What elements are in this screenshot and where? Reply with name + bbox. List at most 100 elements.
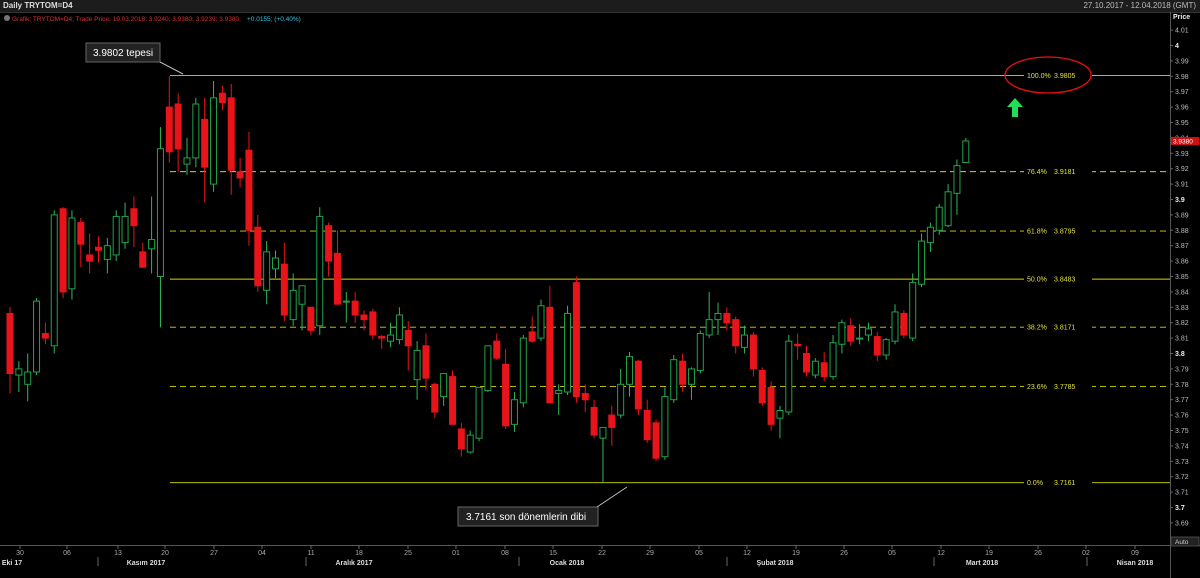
settings-dot-icon[interactable] (4, 15, 10, 21)
candle (192, 97, 200, 168)
candle-body (15, 368, 23, 376)
month-label: Mart 2018 (966, 560, 998, 567)
candle-body (838, 322, 846, 345)
legend-change: +0.0155; (+0.40%) (247, 16, 301, 23)
candle-body (449, 376, 456, 425)
candle-body (201, 118, 209, 168)
price-tick-label: 3.75 (1175, 428, 1189, 435)
candle-body (944, 191, 952, 227)
price-tick-label: 3.87 (1175, 243, 1189, 250)
candle-body (68, 217, 76, 290)
candle-body (280, 263, 288, 316)
price-tick-label: 3.81 (1175, 336, 1189, 343)
candle-body (254, 226, 262, 287)
candle-body (918, 240, 926, 285)
candle-body (395, 314, 403, 341)
candle-body (590, 406, 598, 436)
price-tick-label: 3.96 (1175, 105, 1189, 112)
fib-level-value: 3.9805 (1054, 73, 1076, 80)
candle (537, 299, 545, 342)
candle (33, 298, 41, 376)
candle-body (50, 214, 58, 347)
day-tick-label: 26 (840, 550, 848, 557)
price-tick-label: 3.72 (1175, 474, 1189, 481)
candle-body (457, 428, 465, 450)
candle-body (227, 97, 235, 171)
candlestick-chart[interactable]: Grafik; TRYTOM=D4; Trade Price; 19.03.20… (0, 0, 1200, 578)
candle (210, 80, 218, 192)
candle (475, 386, 483, 442)
candle-body (112, 215, 120, 256)
candle-body (165, 106, 173, 153)
candle-body (378, 336, 386, 339)
price-tick-label: 3.98 (1175, 74, 1189, 81)
price-tick-label: 3.69 (1175, 520, 1189, 527)
price-tick-label: 3.86 (1175, 259, 1189, 266)
candle-body (696, 332, 704, 371)
price-tick-label: 3.84 (1175, 289, 1189, 296)
time-axis: 30 06 13 20 27 04 11 18 25 01 08 15 22 29 05 12 19 26 05 12… (2, 545, 1153, 567)
candle-body (847, 325, 855, 342)
candle-body (466, 434, 474, 453)
candle-body (670, 359, 678, 401)
candle-body (502, 363, 510, 427)
candle-body (537, 305, 545, 339)
price-tick-label: 3.89 (1175, 212, 1189, 219)
price-tick-label: 3.76 (1175, 413, 1189, 420)
candle-body (6, 312, 14, 375)
candle (918, 233, 926, 288)
price-tick-label: 3.91 (1175, 182, 1189, 189)
candle-body (493, 340, 501, 359)
candle-body (263, 251, 271, 291)
candle (59, 207, 67, 299)
candle (696, 330, 704, 374)
candle (962, 137, 970, 164)
day-tick-label: 09 (1131, 550, 1139, 557)
day-tick-label: 25 (404, 550, 412, 557)
legend-prefix: Grafik; TRYTOM=D4; Trade Price; 19.03.20… (12, 16, 241, 23)
candle-body (103, 245, 111, 261)
price-tick-label: 3.71 (1175, 490, 1189, 497)
candle-body (41, 332, 49, 339)
fib-level-label: 38.2% (1027, 325, 1047, 332)
candle-body (785, 340, 793, 413)
candle-body (891, 311, 899, 342)
day-tick-label: 15 (549, 550, 557, 557)
candle-body (679, 360, 687, 385)
candle (449, 370, 456, 425)
candle-body (776, 409, 784, 419)
candle-body (661, 396, 669, 458)
price-axis-title: Price (1173, 14, 1190, 21)
candle-body (139, 251, 147, 268)
price-tick-label: 3.78 (1175, 382, 1189, 389)
candle (661, 387, 669, 460)
candle-body (387, 334, 395, 342)
candle-body (422, 345, 430, 379)
price-tick-label: 3.77 (1175, 397, 1189, 404)
candle (307, 306, 315, 336)
candle-body (148, 239, 156, 250)
candle-body (360, 314, 368, 321)
candle-body (608, 414, 616, 428)
candle-body (581, 393, 589, 401)
day-tick-label: 22 (598, 550, 606, 557)
day-tick-label: 01 (452, 550, 460, 557)
price-tick-label: 3.97 (1175, 89, 1189, 96)
auto-scale-button[interactable]: Auto (1170, 536, 1200, 547)
candle-body (174, 103, 182, 150)
candle-body (351, 300, 359, 316)
day-tick-label: 02 (1082, 550, 1090, 557)
candle-body (528, 331, 536, 342)
price-tick-label: 3.8 (1175, 351, 1185, 358)
top-annotation-label: 3.9802 tepesi (93, 48, 153, 59)
candle-body (59, 208, 67, 293)
day-tick-label: 05 (888, 550, 896, 557)
current-price-tag: 3.9380 (1171, 136, 1199, 145)
candle (369, 308, 377, 340)
candle-body (741, 334, 749, 348)
day-tick-label: 20 (161, 550, 169, 557)
bottom-annotation-label: 3.7161 son dönemlerin dibi (466, 512, 586, 523)
day-tick-label: 05 (695, 550, 703, 557)
day-tick-label: 12 (937, 550, 945, 557)
day-tick-label: 29 (646, 550, 654, 557)
